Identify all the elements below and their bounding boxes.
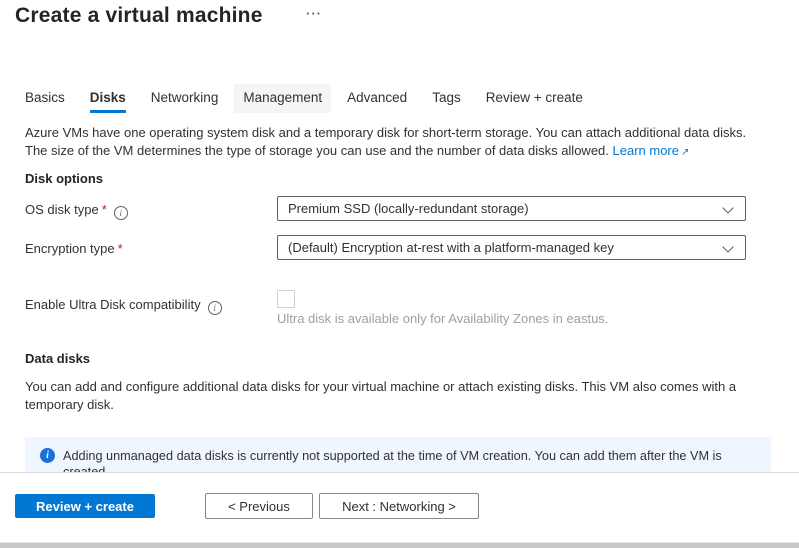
create-vm-page: Create a virtual machine ··· Basics Disk… bbox=[0, 0, 799, 548]
window-bottom-edge bbox=[0, 542, 799, 548]
review-create-button[interactable]: Review + create bbox=[15, 494, 155, 518]
chevron-down-icon bbox=[722, 202, 733, 213]
encryption-type-value: (Default) Encryption at-rest with a plat… bbox=[288, 240, 614, 255]
encryption-type-select[interactable]: (Default) Encryption at-rest with a plat… bbox=[277, 235, 746, 260]
learn-more-link[interactable]: Learn more bbox=[613, 143, 679, 158]
chevron-down-icon bbox=[722, 241, 733, 252]
tab-basics[interactable]: Basics bbox=[25, 84, 65, 113]
data-disks-description: You can add and configure additional dat… bbox=[25, 378, 769, 413]
required-asterisk: * bbox=[102, 202, 107, 217]
encryption-type-label-text: Encryption type bbox=[25, 241, 115, 256]
info-icon[interactable]: i bbox=[114, 206, 128, 220]
tab-tags[interactable]: Tags bbox=[432, 84, 461, 113]
info-banner-icon: i bbox=[40, 448, 55, 463]
external-link-icon: ↗ bbox=[681, 147, 689, 158]
page-title: Create a virtual machine bbox=[15, 4, 263, 28]
tab-disks[interactable]: Disks bbox=[90, 84, 126, 113]
tab-advanced[interactable]: Advanced bbox=[347, 84, 407, 113]
tab-bar: Basics Disks Networking Management Advan… bbox=[25, 84, 583, 113]
intro-text: Azure VMs have one operating system disk… bbox=[25, 124, 781, 161]
info-icon[interactable]: i bbox=[208, 301, 222, 315]
tab-review-create[interactable]: Review + create bbox=[486, 84, 583, 113]
ultra-disk-checkbox[interactable] bbox=[277, 290, 295, 308]
ultra-disk-label: Enable Ultra Disk compatibility i bbox=[25, 297, 222, 315]
ultra-disk-label-text: Enable Ultra Disk compatibility bbox=[25, 297, 201, 312]
previous-button[interactable]: < Previous bbox=[205, 493, 313, 519]
next-networking-button[interactable]: Next : Networking > bbox=[319, 493, 479, 519]
intro-line2: The size of the VM determines the type o… bbox=[25, 143, 609, 158]
os-disk-type-select[interactable]: Premium SSD (locally-redundant storage) bbox=[277, 196, 746, 221]
encryption-type-label: Encryption type* bbox=[25, 241, 123, 256]
os-disk-type-label: OS disk type* i bbox=[25, 202, 128, 220]
tab-networking[interactable]: Networking bbox=[151, 84, 219, 113]
data-disks-heading: Data disks bbox=[25, 351, 90, 366]
footer-bar: Review + create < Previous Next : Networ… bbox=[0, 472, 799, 542]
required-asterisk: * bbox=[118, 241, 123, 256]
os-disk-type-value: Premium SSD (locally-redundant storage) bbox=[288, 201, 529, 216]
disk-options-heading: Disk options bbox=[25, 171, 103, 186]
more-options-icon[interactable]: ··· bbox=[306, 6, 322, 21]
intro-line1: Azure VMs have one operating system disk… bbox=[25, 124, 781, 142]
tab-management[interactable]: Management bbox=[234, 84, 331, 113]
os-disk-type-label-text: OS disk type bbox=[25, 202, 99, 217]
ultra-disk-helper-text: Ultra disk is available only for Availab… bbox=[277, 311, 608, 326]
